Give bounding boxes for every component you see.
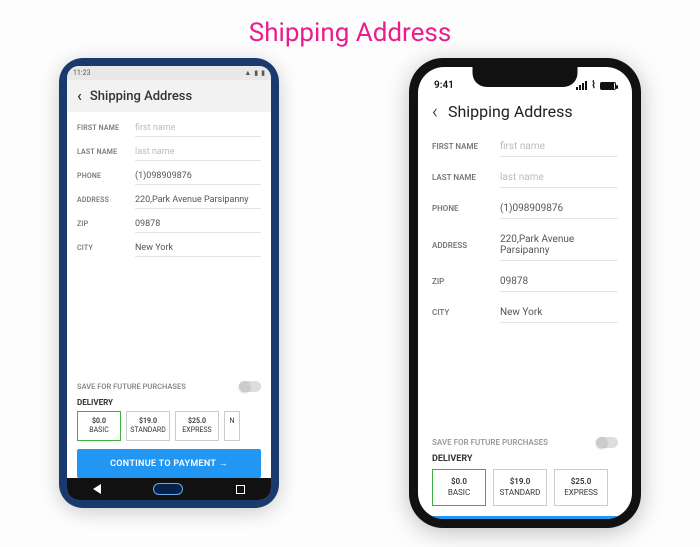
header-title: Shipping Address [90, 89, 192, 104]
battery-icon [600, 82, 616, 90]
form: FIRST NAME first name LAST NAME last nam… [418, 131, 632, 427]
field-label: PHONE [77, 172, 135, 180]
delivery-options: $0.0 BASIC $19.0 STANDARD $25.0 EXPRESS … [67, 411, 271, 441]
field-last-name: LAST NAME last name [77, 140, 261, 164]
delivery-name: EXPRESS [179, 426, 215, 435]
delivery-option-express[interactable]: $25.0 EXPRESS [175, 411, 219, 441]
field-label: ZIP [432, 277, 500, 286]
delivery-name: BASIC [437, 488, 481, 498]
delivery-option-standard[interactable]: $19.0 STANDARD [493, 469, 547, 506]
android-statusbar: 11:23 ▲ ▮ ▮ [67, 66, 271, 80]
city-input[interactable]: New York [500, 302, 618, 323]
status-time: 11:23 [73, 69, 90, 77]
field-label: ZIP [77, 220, 135, 228]
save-toggle[interactable] [596, 437, 618, 448]
save-label: SAVE FOR FUTURE PURCHASES [77, 382, 186, 391]
zip-input[interactable]: 09878 [500, 271, 618, 292]
delivery-price: $25.0 [559, 477, 603, 487]
delivery-price: $25.0 [179, 417, 215, 426]
field-city: CITY New York [432, 297, 618, 328]
form: FIRST NAME first name LAST NAME last nam… [67, 112, 271, 373]
city-input[interactable]: New York [135, 239, 261, 257]
android-navbar [67, 478, 271, 500]
delivery-section-label: DELIVERY [418, 452, 632, 469]
nav-home-icon[interactable] [153, 483, 183, 495]
app-header: ‹ Shipping Address [67, 80, 271, 112]
field-first-name: FIRST NAME first name [77, 116, 261, 140]
delivery-option-express[interactable]: $25.0 EXPRESS [554, 469, 608, 506]
field-label: FIRST NAME [77, 124, 135, 132]
delivery-name: BASIC [81, 426, 117, 435]
first-name-input[interactable]: first name [135, 119, 261, 137]
field-address: ADDRESS 220,Park Avenue Parsipanny [77, 188, 261, 212]
field-label: PHONE [432, 204, 500, 213]
delivery-option-basic[interactable]: $0.0 BASIC [77, 411, 121, 441]
status-time: 9:41 [434, 80, 454, 91]
address-input[interactable]: 220,Park Avenue Parsipanny [500, 229, 618, 261]
delivery-option-overflow[interactable]: N [224, 411, 240, 441]
save-toggle-row: SAVE FOR FUTURE PURCHASES [418, 427, 632, 452]
nav-recent-icon[interactable] [236, 485, 245, 494]
wifi-icon: ▲ [244, 69, 251, 77]
field-first-name: FIRST NAME first name [432, 131, 618, 162]
progress-bar [432, 516, 618, 519]
delivery-price: $0.0 [81, 417, 117, 426]
continue-to-payment-button[interactable]: CONTINUE TO PAYMENT → [77, 449, 261, 478]
delivery-option-basic[interactable]: $0.0 BASIC [432, 469, 486, 506]
delivery-option-standard[interactable]: $19.0 STANDARD [126, 411, 170, 441]
address-input[interactable]: 220,Park Avenue Parsipanny [135, 191, 261, 209]
first-name-input[interactable]: first name [500, 136, 618, 157]
delivery-name: STANDARD [130, 426, 166, 435]
delivery-name: N [228, 417, 236, 426]
android-device-frame: 11:23 ▲ ▮ ▮ ‹ Shipping Address FIRST NAM… [59, 58, 279, 508]
save-toggle[interactable] [239, 381, 261, 392]
last-name-input[interactable]: last name [135, 143, 261, 161]
field-label: CITY [432, 308, 500, 317]
last-name-input[interactable]: last name [500, 167, 618, 188]
delivery-name: EXPRESS [559, 488, 603, 498]
field-label: CITY [77, 244, 135, 252]
field-zip: ZIP 09878 [77, 212, 261, 236]
zip-input[interactable]: 09878 [135, 215, 261, 233]
field-label: LAST NAME [432, 173, 500, 182]
ios-screen: 9:41 ⌇ ‹ Shipping Address FIRST NAME fir… [418, 67, 632, 519]
field-phone: PHONE (1)098909876 [77, 164, 261, 188]
field-label: ADDRESS [77, 196, 135, 204]
save-label: SAVE FOR FUTURE PURCHASES [432, 438, 548, 447]
header-title: Shipping Address [448, 102, 573, 121]
phone-input[interactable]: (1)098909876 [500, 198, 618, 219]
field-zip: ZIP 09878 [432, 266, 618, 297]
ios-device-frame: 9:41 ⌇ ‹ Shipping Address FIRST NAME fir… [409, 58, 641, 528]
save-toggle-row: SAVE FOR FUTURE PURCHASES [67, 373, 271, 396]
field-label: LAST NAME [77, 148, 135, 156]
delivery-options: $0.0 BASIC $19.0 STANDARD $25.0 EXPRESS [418, 469, 632, 506]
delivery-section-label: DELIVERY [67, 396, 271, 411]
back-icon[interactable]: ‹ [77, 88, 82, 104]
notch [473, 67, 578, 87]
app-header: ‹ Shipping Address [418, 93, 632, 131]
field-last-name: LAST NAME last name [432, 162, 618, 193]
android-screen: 11:23 ▲ ▮ ▮ ‹ Shipping Address FIRST NAM… [67, 66, 271, 500]
delivery-price: $19.0 [130, 417, 166, 426]
nav-back-icon[interactable] [93, 484, 101, 494]
delivery-price: $0.0 [437, 477, 481, 487]
delivery-name: STANDARD [498, 488, 542, 498]
wifi-icon: ⌇ [591, 80, 596, 91]
page-title: Shipping Address [0, 0, 700, 58]
back-icon[interactable]: ‹ [432, 101, 438, 121]
signal-icon [576, 81, 587, 90]
field-label: FIRST NAME [432, 142, 500, 151]
signal-icon: ▮ [254, 69, 258, 77]
field-city: CITY New York [77, 236, 261, 260]
battery-icon: ▮ [261, 69, 265, 77]
phone-input[interactable]: (1)098909876 [135, 167, 261, 185]
field-phone: PHONE (1)098909876 [432, 193, 618, 224]
field-label: ADDRESS [432, 241, 500, 250]
delivery-price: $19.0 [498, 477, 542, 487]
field-address: ADDRESS 220,Park Avenue Parsipanny [432, 224, 618, 266]
